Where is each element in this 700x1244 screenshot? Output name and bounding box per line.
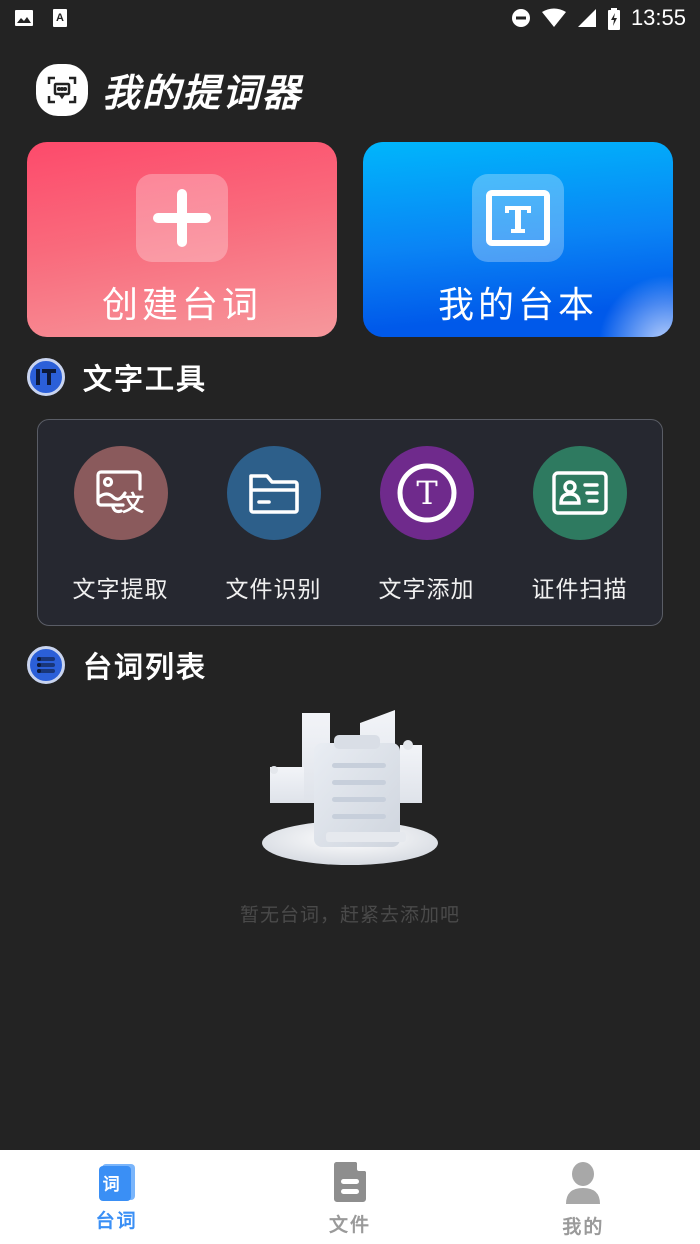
text-circle-icon: T <box>379 446 474 540</box>
create-script-label: 创建台词 <box>101 285 262 326</box>
id-card-icon <box>532 446 627 540</box>
text-box-icon <box>472 174 564 262</box>
create-script-card[interactable]: 创建台词 <box>27 142 337 337</box>
tool-text-extract[interactable]: 文 文字提取 <box>46 420 196 625</box>
nav-tab-scripts[interactable]: 词 台词 <box>0 1150 233 1244</box>
nav-tab-files[interactable]: 文件 <box>233 1150 466 1244</box>
list-section-title: 台词列表 <box>83 650 208 684</box>
battery-charging-icon <box>607 8 621 30</box>
empty-clipboard-illustration <box>260 705 440 870</box>
script-book-icon: 词 <box>97 1162 137 1202</box>
empty-state-message: 暂无台词，赶紧去添加吧 <box>239 904 460 926</box>
nav-tab-profile[interactable]: 我的 <box>467 1150 700 1244</box>
user-icon <box>564 1162 602 1208</box>
do-not-disturb-icon <box>511 8 531 28</box>
app-header: 我的提词器 <box>36 62 302 117</box>
it-icon <box>27 358 65 396</box>
plus-icon <box>136 174 228 262</box>
font-a-icon: A <box>50 8 70 28</box>
tool-label: 证件扫描 <box>531 577 628 603</box>
status-bar: A 13:55 <box>0 0 700 36</box>
nav-label-files: 文件 <box>328 1214 371 1236</box>
text-tools-panel: 文 文字提取 文件识别 T 文字添加 证件扫描 <box>37 419 663 626</box>
tool-text-add[interactable]: T 文字添加 <box>352 420 502 625</box>
nav-icon-char: 词 <box>102 1175 120 1195</box>
nav-label-scripts: 台词 <box>95 1210 138 1232</box>
folder-icon <box>226 446 321 540</box>
tool-label: 文字提取 <box>72 577 169 603</box>
status-time: 13:55 <box>630 5 686 30</box>
file-icon <box>333 1162 367 1206</box>
tool-label: 文字添加 <box>378 577 475 603</box>
tools-section-header: 文字工具 <box>27 356 207 398</box>
my-scripts-label: 我的台本 <box>437 285 598 326</box>
nav-label-profile: 我的 <box>562 1216 605 1238</box>
bottom-nav: 词 台词 文件 我的 <box>0 1150 700 1244</box>
tool-id-scan[interactable]: 证件扫描 <box>505 420 655 625</box>
cell-signal-icon <box>577 8 597 28</box>
image-icon <box>14 8 34 28</box>
svg-text:T: T <box>416 474 438 512</box>
teleprompter-scan-icon <box>36 63 88 116</box>
list-section-header: 台词列表 <box>27 644 207 686</box>
my-scripts-card[interactable]: 我的台本 <box>363 142 673 337</box>
tools-section-title: 文字工具 <box>83 362 208 396</box>
tool-label: 文件识别 <box>225 577 322 603</box>
wifi-icon <box>541 8 567 28</box>
tool-file-recognize[interactable]: 文件识别 <box>199 420 349 625</box>
image-to-text-icon: 文 <box>73 446 168 540</box>
list-icon <box>27 646 65 684</box>
svg-text:文: 文 <box>121 491 144 517</box>
app-title: 我的提词器 <box>102 71 303 115</box>
svg-text:A: A <box>56 12 64 24</box>
